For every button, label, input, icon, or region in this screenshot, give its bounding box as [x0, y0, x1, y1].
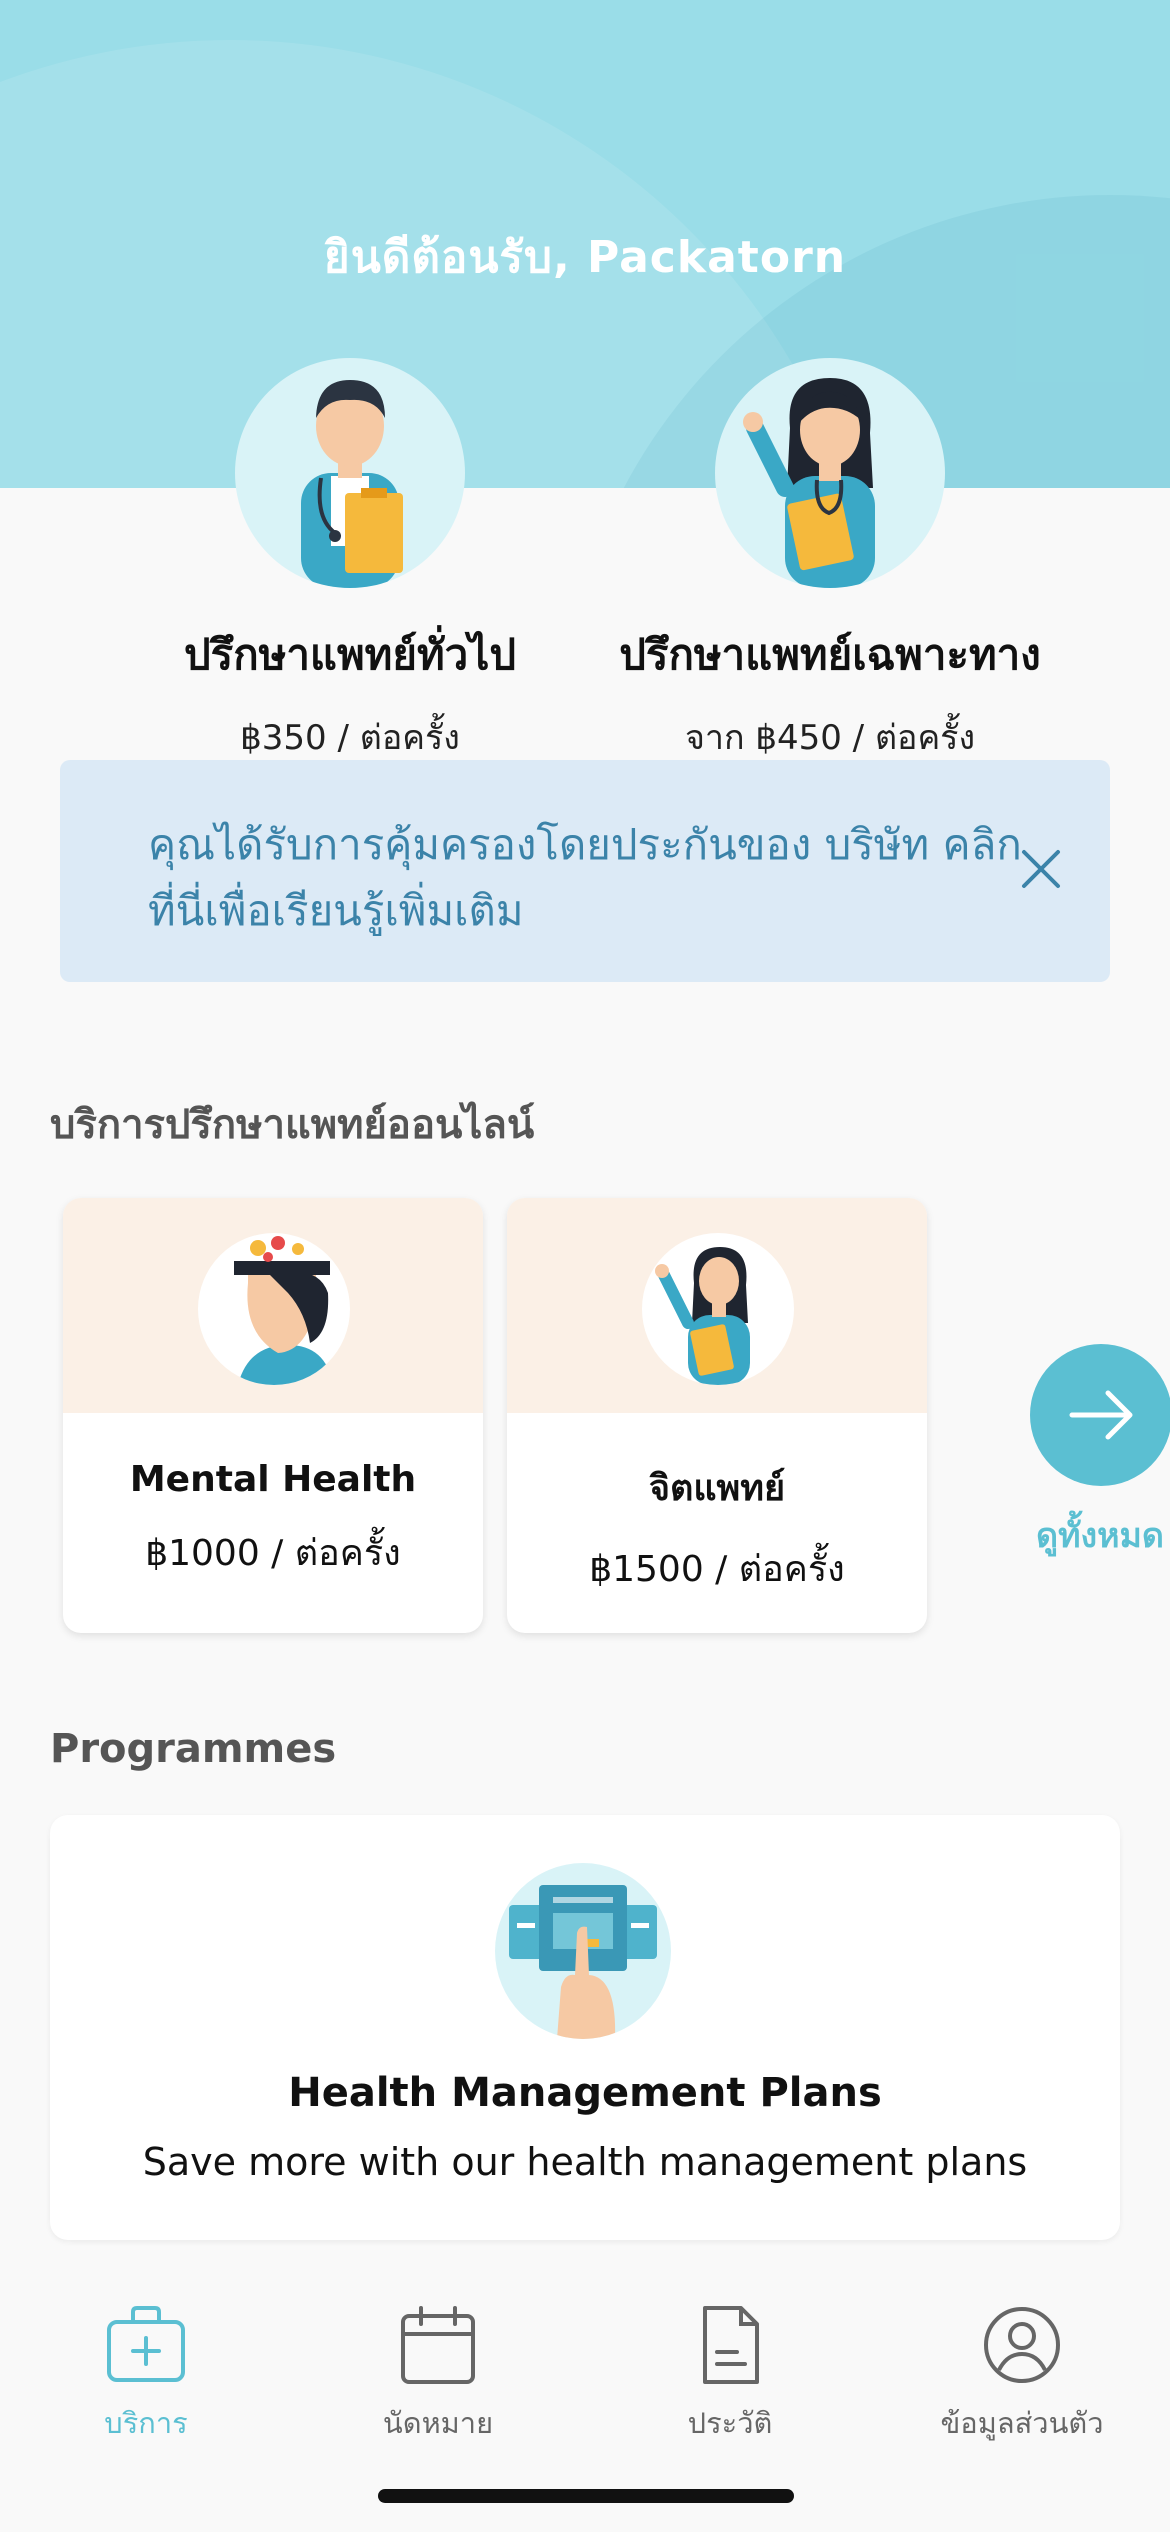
insurance-banner-line: ที่นี่เพื่อเรียนรู้เพิ่มเติม: [148, 886, 524, 935]
service-card-image-area: [507, 1198, 927, 1413]
document-icon: [685, 2300, 775, 2390]
online-services-title: บริการปรึกษาแพทย์ออนไลน์: [50, 1102, 535, 1148]
service-card-price: ฿1000 / ต่อครั้ง: [145, 1533, 401, 1574]
tab-services[interactable]: บริการ: [0, 2282, 292, 2446]
tab-profile[interactable]: ข้อมูลส่วนตัว: [876, 2282, 1168, 2446]
health-plans-card[interactable]: Health Management Plans Save more with o…: [50, 1815, 1120, 2240]
programmes-title: Programmes: [50, 1726, 337, 1772]
psychiatrist-illustration: [642, 1233, 794, 1385]
insurance-banner-text[interactable]: คุณได้รับการคุ้มครองโดยประกันของ บริษัท …: [148, 812, 1028, 944]
male-doctor-illustration: [235, 358, 465, 588]
mental-health-illustration: [198, 1233, 350, 1385]
insurance-banner-line: คุณได้รับการคุ้มครองโดยประกันของ บริษัท …: [148, 820, 1022, 869]
see-all-button[interactable]: [1030, 1344, 1170, 1486]
tab-label: นัดหมาย: [382, 2406, 494, 2440]
specialist-consult-price: จาก ฿450 / ต่อครั้ง: [684, 718, 976, 758]
medical-kit-icon: [101, 2300, 191, 2390]
insurance-banner[interactable]: คุณได้รับการคุ้มครองโดยประกันของ บริษัท …: [60, 760, 1110, 982]
health-plan-illustration: [495, 1863, 671, 2039]
tab-label: ข้อมูลส่วนตัว: [940, 2406, 1104, 2440]
general-consult-card[interactable]: ปรึกษาแพทย์ทั่วไป ฿350 / ต่อครั้ง: [70, 358, 630, 764]
service-card-price: ฿1500 / ต่อครั้ง: [589, 1549, 845, 1590]
tab-history[interactable]: ประวัติ: [584, 2282, 876, 2446]
tab-label: ประวัติ: [687, 2406, 773, 2440]
general-consult-price: ฿350 / ต่อครั้ง: [240, 718, 460, 758]
service-card-name: จิตแพทย์: [648, 1468, 786, 1509]
tab-appointments[interactable]: นัดหมาย: [292, 2282, 584, 2446]
service-card-psychiatrist[interactable]: จิตแพทย์ ฿1500 / ต่อครั้ง: [507, 1198, 927, 1633]
calendar-icon: [393, 2300, 483, 2390]
general-consult-title: ปรึกษาแพทย์ทั่วไป: [183, 630, 517, 679]
female-doctor-illustration: [715, 358, 945, 588]
tab-label: บริการ: [104, 2406, 188, 2440]
close-icon[interactable]: [1018, 846, 1064, 892]
health-plans-title: Health Management Plans: [288, 2070, 882, 2116]
home-indicator[interactable]: [378, 2489, 794, 2503]
specialist-consult-card[interactable]: ปรึกษาแพทย์เฉพาะทาง จาก ฿450 / ต่อครั้ง: [550, 358, 1110, 764]
service-card-mental-health[interactable]: Mental Health ฿1000 / ต่อครั้ง: [63, 1198, 483, 1633]
see-all-label[interactable]: ดูทั้งหมด: [1036, 1508, 1164, 1562]
service-card-image-area: [63, 1198, 483, 1413]
specialist-consult-title: ปรึกษาแพทย์เฉพาะทาง: [619, 630, 1041, 679]
arrow-right-icon: [1069, 1390, 1133, 1440]
health-plans-subtitle: Save more with our health management pla…: [142, 2140, 1028, 2184]
profile-icon: [977, 2300, 1067, 2390]
service-card-name: Mental Health: [129, 1459, 417, 1500]
welcome-title: ยินดีต้อนรับ, Packatorn: [323, 232, 847, 283]
